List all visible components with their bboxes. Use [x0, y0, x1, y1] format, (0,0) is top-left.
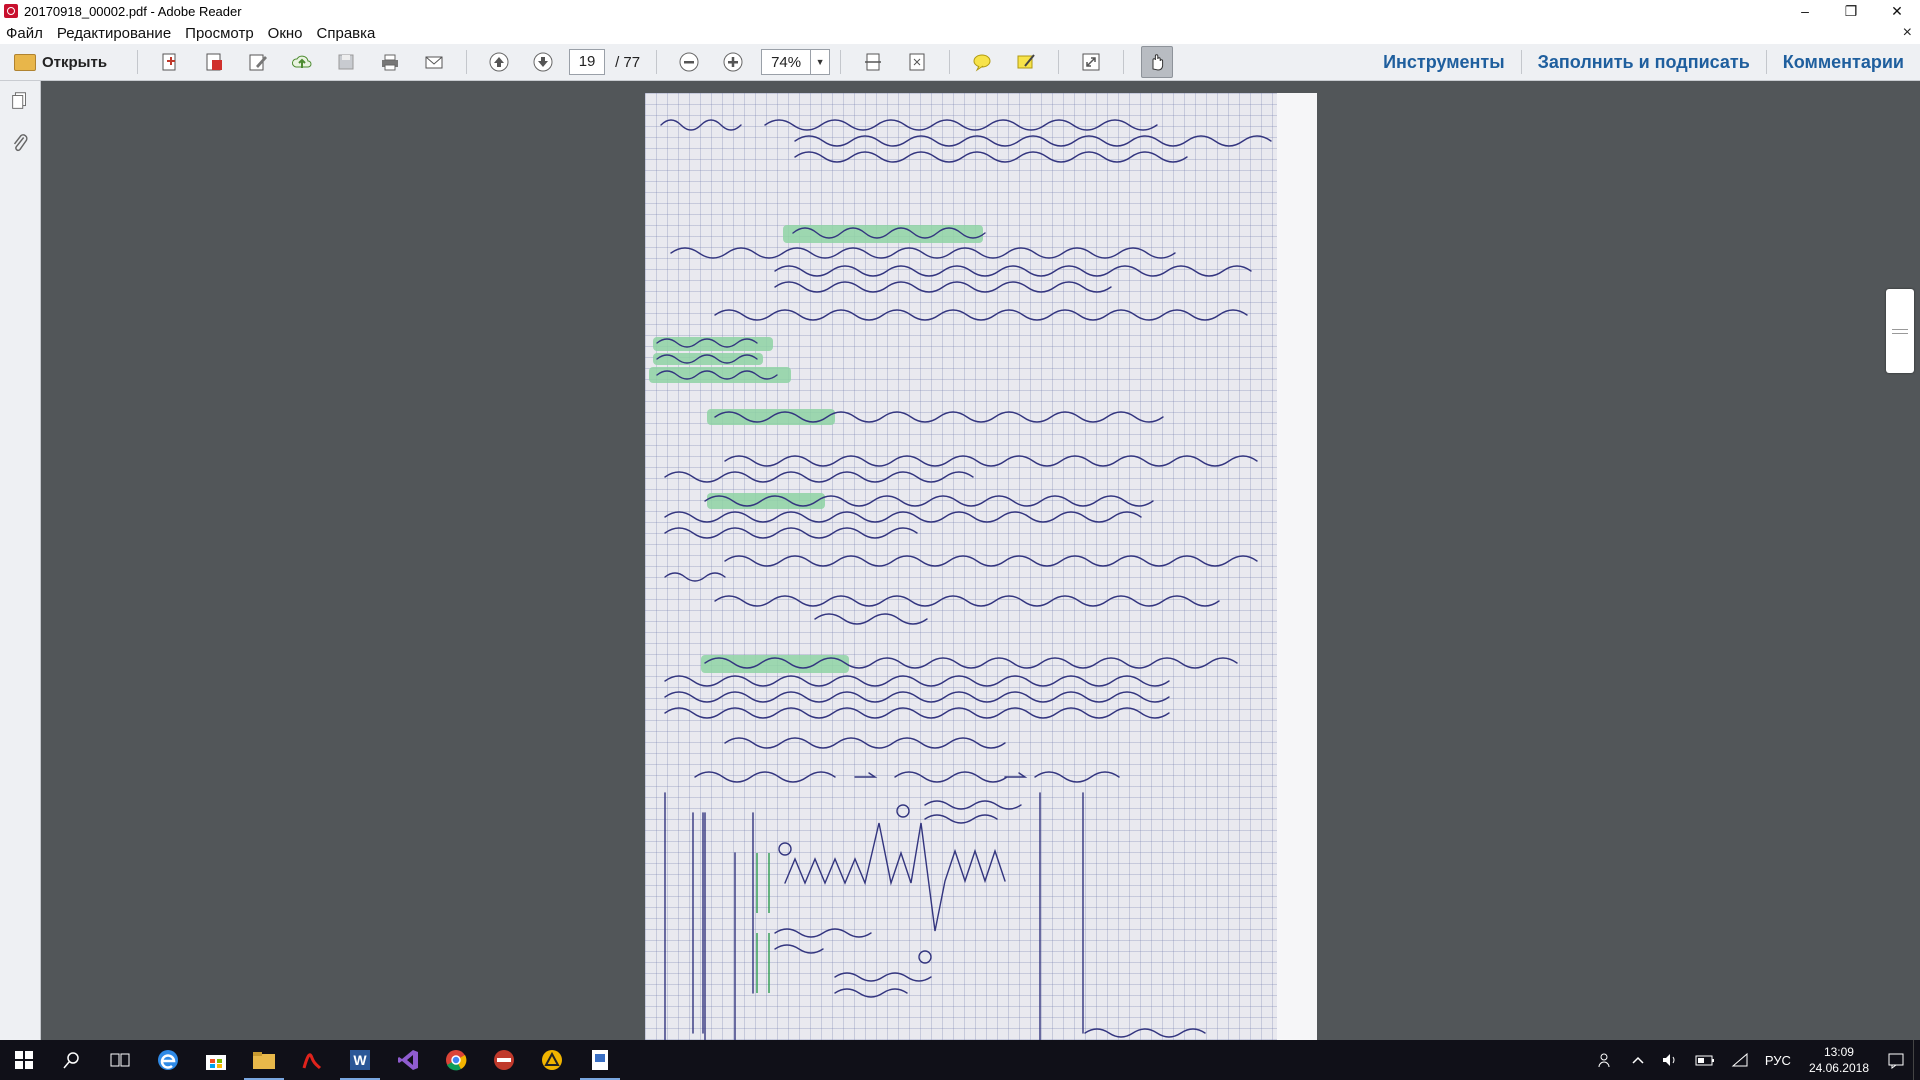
chevron-up-icon[interactable]	[1631, 1053, 1645, 1067]
email-icon[interactable]	[419, 47, 449, 77]
attachments-icon[interactable]	[8, 131, 32, 155]
fit-page-icon[interactable]	[902, 47, 932, 77]
page-number-input[interactable]: 19	[569, 49, 606, 75]
toolbar-divider	[1123, 50, 1125, 74]
edge-icon[interactable]	[144, 1040, 192, 1080]
document-view[interactable]	[41, 81, 1920, 1041]
adobe-icon[interactable]	[288, 1040, 336, 1080]
fill-sign-link[interactable]: Заполнить и подписать	[1522, 52, 1766, 73]
language-indicator[interactable]: РУС	[1765, 1053, 1791, 1068]
people-icon[interactable]	[1597, 1051, 1615, 1069]
toolbar-divider	[1058, 50, 1060, 74]
close-button[interactable]: ✕	[1874, 0, 1920, 22]
next-page-icon[interactable]	[528, 47, 558, 77]
edit-icon[interactable]	[243, 47, 273, 77]
prev-page-icon[interactable]	[484, 47, 514, 77]
chevron-down-icon[interactable]: ▼	[810, 50, 829, 74]
handwritten-notes-image	[649, 119, 1272, 1041]
volume-icon[interactable]	[1661, 1052, 1679, 1068]
acrobat-app-icon	[4, 4, 18, 18]
print-icon[interactable]	[375, 47, 405, 77]
minimize-button[interactable]: –	[1782, 0, 1828, 22]
navigation-panel	[0, 81, 41, 1040]
vpn-icon[interactable]	[480, 1040, 528, 1080]
reader-doc-icon[interactable]	[576, 1040, 624, 1080]
fit-width-icon[interactable]	[858, 47, 888, 77]
start-icon[interactable]	[0, 1040, 48, 1080]
show-desktop-button[interactable]	[1913, 1040, 1920, 1080]
toolbar-divider	[840, 50, 842, 74]
system-tray: РУС 13:09 24.06.2018	[1589, 1040, 1920, 1080]
taskbar: W РУС 13:09 24.06.2018	[0, 1040, 1920, 1080]
menu-window[interactable]: Окно	[268, 25, 303, 42]
pages-icon[interactable]	[8, 89, 32, 113]
create-pdf-icon[interactable]	[155, 47, 185, 77]
toolbar-divider	[466, 50, 468, 74]
open-button[interactable]: Открыть	[14, 53, 108, 71]
zoom-value: 74%	[771, 53, 802, 71]
menu-bar: Файл Редактирование Просмотр Окно Справк…	[0, 22, 1920, 44]
folder-icon	[14, 53, 36, 71]
visual-studio-icon[interactable]	[384, 1040, 432, 1080]
chrome-icon[interactable]	[432, 1040, 480, 1080]
clock-date: 24.06.2018	[1808, 1061, 1869, 1075]
close-document-button[interactable]: ×	[1903, 24, 1912, 42]
toolbar: Открыть 19 / 77 74% ▼ Инструменты Заполн…	[0, 44, 1920, 81]
page-total: / 77	[615, 53, 641, 71]
clock[interactable]: 13:09 24.06.2018	[1809, 1044, 1869, 1076]
triangle-app-icon[interactable]	[528, 1040, 576, 1080]
upload-cloud-icon[interactable]	[287, 47, 317, 77]
comments-link[interactable]: Комментарии	[1767, 52, 1920, 73]
window-title: 20170918_00002.pdf - Adobe Reader	[24, 3, 242, 19]
file-explorer-icon[interactable]	[240, 1040, 288, 1080]
zoom-out-icon[interactable]	[674, 47, 704, 77]
restore-button[interactable]: ❐	[1828, 0, 1874, 22]
clock-time: 13:09	[1823, 1045, 1854, 1059]
convert-pdf-icon[interactable]	[199, 47, 229, 77]
hand-tool-icon[interactable]	[1141, 46, 1174, 78]
fullscreen-icon[interactable]	[1076, 47, 1106, 77]
scanned-page	[645, 93, 1317, 1041]
store-icon[interactable]	[192, 1040, 240, 1080]
zoom-select[interactable]: 74% ▼	[761, 49, 831, 75]
highlight-icon[interactable]	[1011, 47, 1041, 77]
toolbar-divider	[949, 50, 951, 74]
tools-link[interactable]: Инструменты	[1367, 52, 1521, 73]
battery-icon[interactable]	[1695, 1053, 1715, 1067]
search-icon[interactable]	[48, 1040, 96, 1080]
word-icon[interactable]: W	[336, 1040, 384, 1080]
comment-icon[interactable]	[967, 47, 997, 77]
svg-text:W: W	[353, 1052, 367, 1068]
menu-view[interactable]: Просмотр	[185, 25, 254, 42]
open-button-label: Открыть	[42, 53, 108, 71]
notifications-icon[interactable]	[1887, 1051, 1905, 1069]
toolbar-divider	[656, 50, 658, 74]
scroll-handle[interactable]	[1886, 289, 1914, 373]
menu-file[interactable]: Файл	[6, 25, 43, 42]
menu-edit[interactable]: Редактирование	[57, 25, 171, 42]
menu-help[interactable]: Справка	[317, 25, 376, 42]
zoom-in-icon[interactable]	[718, 47, 748, 77]
title-bar: 20170918_00002.pdf - Adobe Reader – ❐ ✕	[0, 0, 1920, 22]
wifi-icon[interactable]	[1731, 1052, 1749, 1068]
save-icon[interactable]	[331, 47, 361, 77]
task-view-icon[interactable]	[96, 1040, 144, 1080]
toolbar-divider	[137, 50, 139, 74]
